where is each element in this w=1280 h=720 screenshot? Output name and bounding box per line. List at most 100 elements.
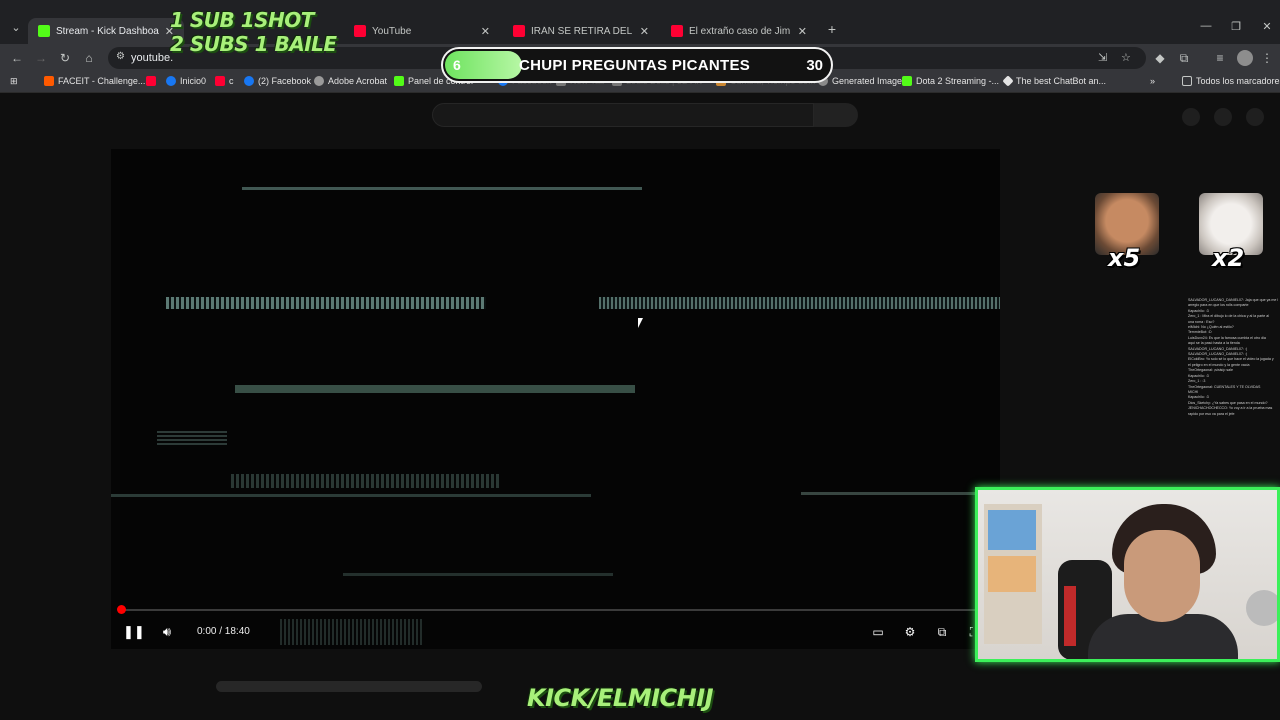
reload-icon[interactable]: ↻ xyxy=(57,50,73,66)
youtube-icon xyxy=(215,76,225,86)
minimize-icon[interactable]: — xyxy=(1198,20,1214,32)
video-glitch-line xyxy=(235,385,635,393)
bookmark-label: Inicio0 xyxy=(180,76,207,86)
tab-title: Stream - Kick Dashboard xyxy=(56,25,159,37)
apps-grid-icon[interactable]: ⊞ xyxy=(10,76,18,87)
horizontal-scrollbar[interactable] xyxy=(216,681,482,692)
bookmark-label: FACEIT - Challenge... xyxy=(58,76,146,86)
sub-rules-overlay: 1 SUB 1SHOT 2 SUBS 1 BAILE xyxy=(170,8,346,56)
tab-youtube[interactable]: YouTube ✕ xyxy=(344,18,500,44)
youtube-icon xyxy=(146,76,156,86)
folder-icon xyxy=(1182,76,1192,86)
bookmark-label: Todos los marcadores xyxy=(1196,76,1280,86)
address-url: youtube. xyxy=(131,52,174,64)
sub-rule-line: 2 SUBS 1 BAILE xyxy=(170,32,337,56)
goal-title: CHUPI PREGUNTAS PICANTES xyxy=(519,57,751,74)
video-glitch-line xyxy=(280,619,424,645)
avatar[interactable] xyxy=(1246,108,1264,126)
bookmark-label: (2) Facebook xyxy=(258,76,312,86)
site-info-icon[interactable]: ⚙ xyxy=(116,51,130,65)
miniplayer-icon[interactable]: ⧉ xyxy=(933,623,951,641)
chat-message: rapido por eso va para el jefe xyxy=(1188,411,1235,416)
chatbot-icon xyxy=(1002,75,1014,87)
webcam-streamer xyxy=(1088,504,1238,659)
video-glitch-line xyxy=(343,573,613,576)
bookmark-item[interactable]: Adobe Acrobat xyxy=(314,76,387,86)
chat-message: Zero_1 : Mira el dibujo lo de la chica y… xyxy=(1188,314,1270,319)
bookmark-item[interactable]: (2) Facebook xyxy=(244,76,311,86)
tab-search-chevron-icon[interactable]: ⌄ xyxy=(8,20,24,36)
close-icon[interactable]: ✕ xyxy=(640,25,649,38)
facebook-icon xyxy=(166,76,176,86)
video-progress-bar[interactable] xyxy=(119,609,992,611)
tab-title: YouTube xyxy=(372,25,412,37)
tab-jim-carrey-video[interactable]: El extraño caso de Jim Carrey 2 ✕ xyxy=(661,18,817,44)
video-glitch-line xyxy=(166,297,486,309)
bookmark-item[interactable]: Dota 2 Streaming -... xyxy=(902,76,999,86)
extensions-puzzle-icon[interactable]: ⧉ xyxy=(1176,50,1192,66)
search-button[interactable] xyxy=(814,103,858,127)
bookmark-label: The best ChatBot an... xyxy=(1016,76,1107,86)
faceit-icon xyxy=(44,76,54,86)
settings-gear-icon[interactable]: ⚙ xyxy=(901,623,919,641)
bookmark-item[interactable]: c xyxy=(215,76,234,86)
install-app-icon[interactable]: ⇲ xyxy=(1098,51,1107,64)
tab-title: El extraño caso de Jim Carrey 2 xyxy=(689,25,792,37)
kick-icon xyxy=(394,76,404,86)
youtube-icon xyxy=(671,25,683,37)
goal-bar: 6 CHUPI PREGUNTAS PICANTES 30 xyxy=(441,47,833,83)
more-menu-icon[interactable]: ⋮ xyxy=(1259,50,1275,66)
close-icon[interactable]: ✕ xyxy=(481,25,490,38)
progress-scrubber-handle[interactable] xyxy=(117,605,126,614)
bookmark-item[interactable]: Inicio0 xyxy=(166,76,206,86)
bookmark-item[interactable]: The best ChatBot an... xyxy=(1002,75,1107,87)
kick-icon xyxy=(38,25,50,37)
restore-icon[interactable]: ❐ xyxy=(1228,20,1244,33)
volume-icon[interactable]: 🔊︎ xyxy=(158,623,176,641)
video-glitch-line xyxy=(801,492,1000,495)
video-player[interactable]: ❚❚ 🔊︎ 0:00 / 18:40 ▭ ⚙ ⧉ ⛶ xyxy=(111,149,1000,649)
close-icon[interactable]: ✕ xyxy=(798,25,807,38)
bookmark-item[interactable] xyxy=(146,76,160,86)
goal-target: 30 xyxy=(806,57,823,74)
goal-current: 6 xyxy=(453,57,461,73)
tab-kick-dashboard[interactable]: Stream - Kick Dashboard ✕ xyxy=(28,18,184,44)
avatar[interactable] xyxy=(1237,50,1253,66)
video-glitch-line xyxy=(242,187,642,190)
back-arrow-icon[interactable]: ← xyxy=(9,50,25,66)
facebook-icon xyxy=(244,76,254,86)
forward-arrow-icon[interactable]: → xyxy=(33,50,49,66)
bookmark-star-icon[interactable]: ☆ xyxy=(1121,51,1131,64)
youtube-icon xyxy=(354,25,366,37)
video-glitch-line xyxy=(157,429,227,445)
emote-count: x2 xyxy=(1212,244,1245,272)
webcam-overlay xyxy=(975,487,1280,662)
bookmark-item[interactable]: Generated Image xyxy=(818,76,902,86)
bookmark-item[interactable]: FACEIT - Challenge... xyxy=(44,76,145,86)
search-input[interactable] xyxy=(432,103,814,127)
notifications-icon[interactable] xyxy=(1214,108,1232,126)
screen: { "browser": { "tabs": [ {"title": "Stre… xyxy=(0,0,1280,720)
extension-diamond-icon[interactable]: ◆ xyxy=(1152,50,1168,66)
tab-title: IRÁN SE RETIRA DEL MUNDIAL ! xyxy=(531,25,634,37)
home-icon[interactable]: ⌂ xyxy=(81,50,97,66)
webcam-shelf-item xyxy=(988,510,1036,550)
chat-overlay: SALVADOR_LUCANO_DANIEL07: Jaja que que y… xyxy=(1188,298,1278,417)
new-tab-plus-icon[interactable]: + xyxy=(824,21,840,37)
subtitles-icon[interactable]: ▭ xyxy=(869,623,887,641)
media-controls-icon[interactable]: ≡ xyxy=(1212,50,1228,66)
mouse-cursor-icon xyxy=(638,318,643,328)
video-glitch-line xyxy=(231,474,501,488)
youtube-icon xyxy=(513,25,525,37)
window-close-icon[interactable]: ✕ xyxy=(1259,20,1275,33)
more-bookmarks-chevron-icon[interactable]: » xyxy=(1150,76,1155,86)
kick-channel-label: KICK/ELMICHIJ xyxy=(527,684,714,712)
video-glitch-line xyxy=(599,297,1000,309)
pause-icon[interactable]: ❚❚ xyxy=(123,623,145,641)
tab-iran-video[interactable]: IRÁN SE RETIRA DEL MUNDIAL ! ✕ xyxy=(503,18,659,44)
bookmark-label: Generated Image xyxy=(832,76,903,86)
webcam-chair-stripe xyxy=(1064,586,1076,646)
bookmark-label: c xyxy=(229,76,234,86)
create-icon[interactable] xyxy=(1182,108,1200,126)
all-bookmarks[interactable]: Todos los marcadores xyxy=(1182,76,1280,86)
